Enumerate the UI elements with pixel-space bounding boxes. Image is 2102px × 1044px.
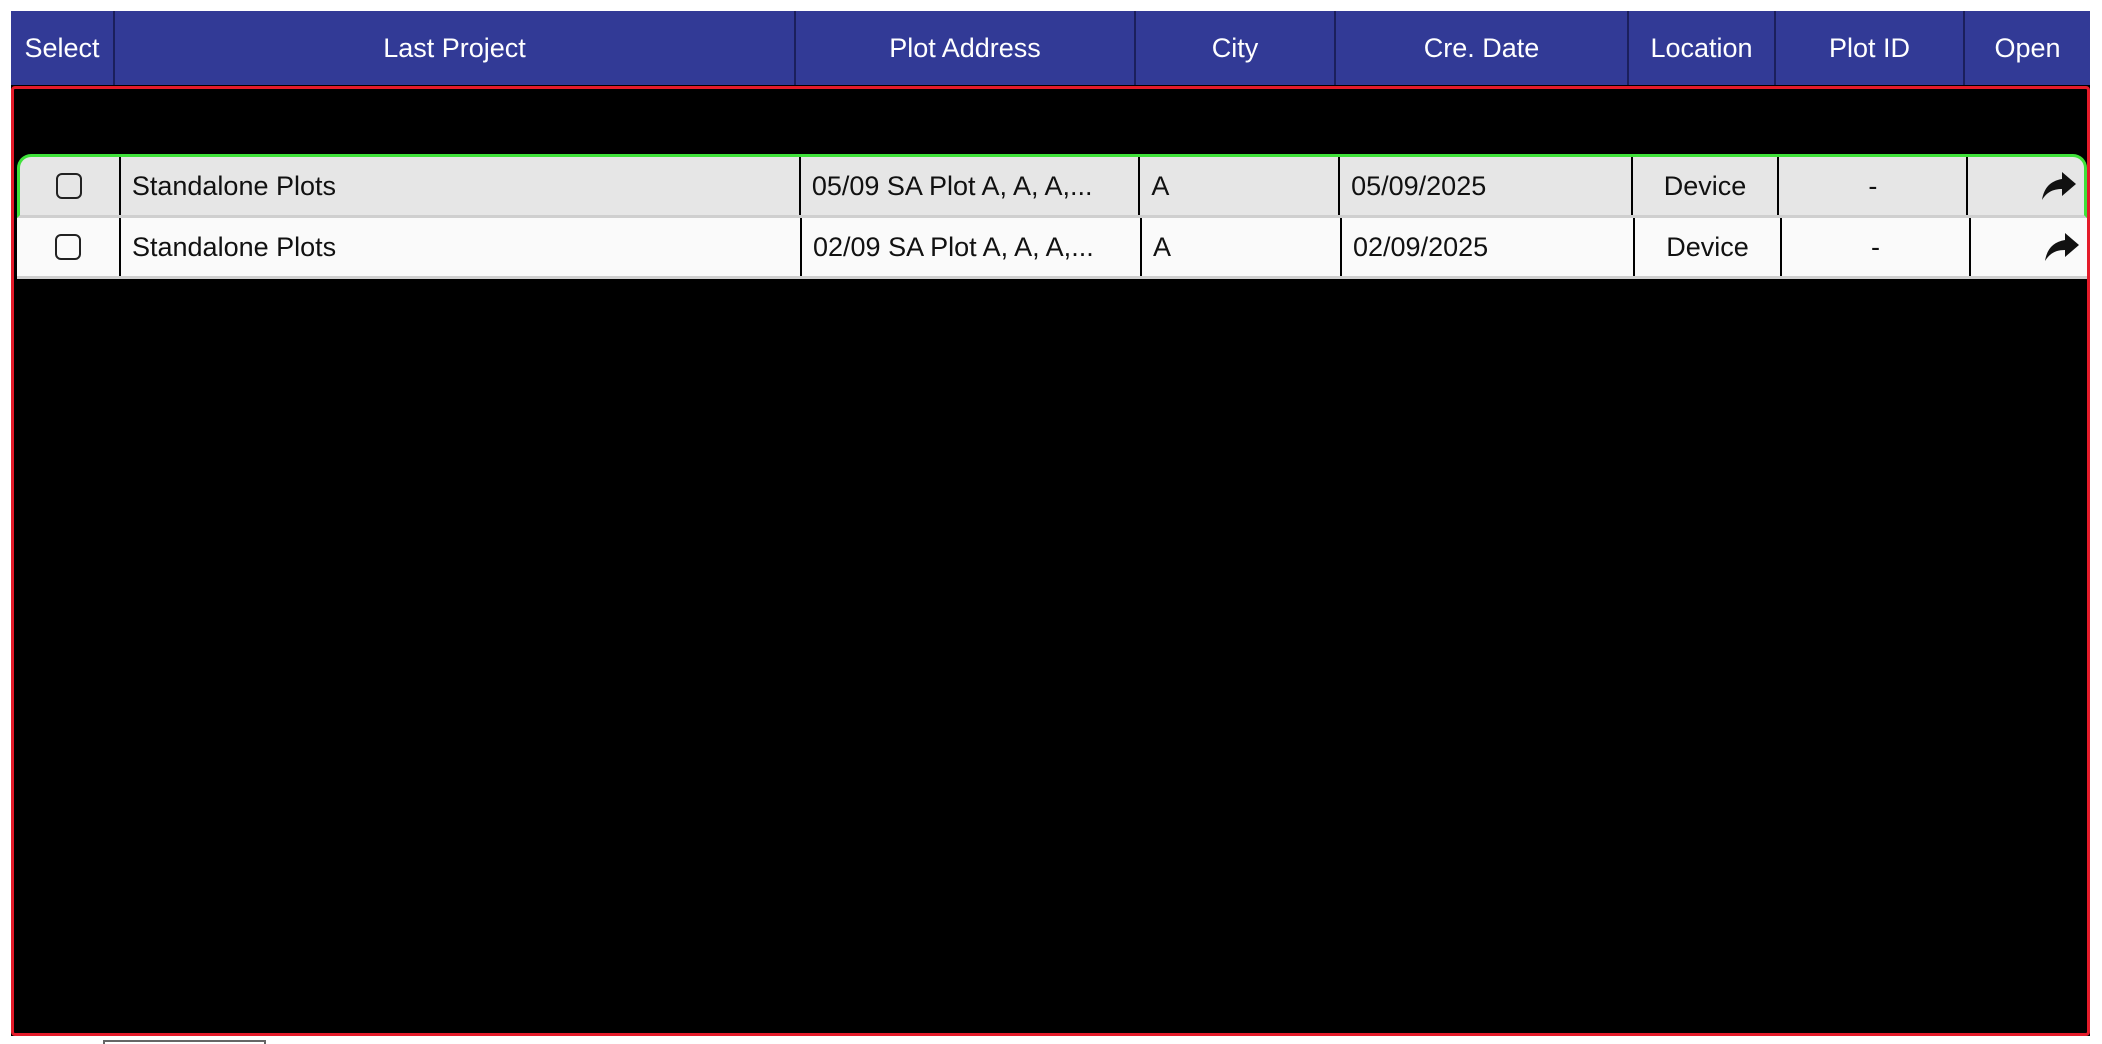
column-header-city[interactable]: City bbox=[1136, 11, 1336, 85]
share-arrow-icon[interactable] bbox=[2043, 231, 2081, 263]
city-cell: A bbox=[1140, 157, 1341, 215]
app-window: Select Last Project Plot Address City Cr… bbox=[0, 0, 2102, 1044]
column-header-last-project[interactable]: Last Project bbox=[115, 11, 796, 85]
column-header-plot-address[interactable]: Plot Address bbox=[796, 11, 1136, 85]
location-cell: Device bbox=[1633, 157, 1780, 215]
table-row[interactable]: Standalone Plots 02/09 SA Plot A, A, A,.… bbox=[17, 218, 2087, 279]
row-checkbox[interactable] bbox=[55, 234, 81, 260]
table-row[interactable]: Standalone Plots 05/09 SA Plot A, A, A,.… bbox=[17, 154, 2087, 218]
bottom-tab-edge bbox=[103, 1040, 266, 1044]
plot-id-cell: - bbox=[1782, 218, 1971, 276]
share-arrow-icon[interactable] bbox=[2040, 170, 2078, 202]
last-project-cell: Standalone Plots bbox=[121, 218, 802, 276]
location-cell: Device bbox=[1635, 218, 1782, 276]
plot-id-cell: - bbox=[1779, 157, 1969, 215]
table-rows: Standalone Plots 05/09 SA Plot A, A, A,.… bbox=[17, 154, 2087, 279]
row-checkbox[interactable] bbox=[56, 173, 83, 199]
open-cell bbox=[1971, 218, 2087, 276]
last-project-cell: Standalone Plots bbox=[121, 157, 801, 215]
select-cell bbox=[17, 218, 121, 276]
cre-date-cell: 05/09/2025 bbox=[1340, 157, 1633, 215]
column-header-open[interactable]: Open bbox=[1965, 11, 2090, 85]
plot-address-cell: 02/09 SA Plot A, A, A,... bbox=[802, 218, 1142, 276]
projects-table: Select Last Project Plot Address City Cr… bbox=[11, 11, 2090, 1036]
column-header-select[interactable]: Select bbox=[11, 11, 115, 85]
table-header: Select Last Project Plot Address City Cr… bbox=[11, 11, 2090, 85]
select-cell bbox=[20, 157, 121, 215]
plot-address-cell: 05/09 SA Plot A, A, A,... bbox=[801, 157, 1141, 215]
column-header-cre-date[interactable]: Cre. Date bbox=[1336, 11, 1629, 85]
column-header-location[interactable]: Location bbox=[1629, 11, 1776, 85]
cre-date-cell: 02/09/2025 bbox=[1342, 218, 1635, 276]
city-cell: A bbox=[1142, 218, 1342, 276]
column-header-plot-id[interactable]: Plot ID bbox=[1776, 11, 1965, 85]
table-body: Standalone Plots 05/09 SA Plot A, A, A,.… bbox=[11, 86, 2090, 1036]
open-cell bbox=[1968, 157, 2084, 215]
